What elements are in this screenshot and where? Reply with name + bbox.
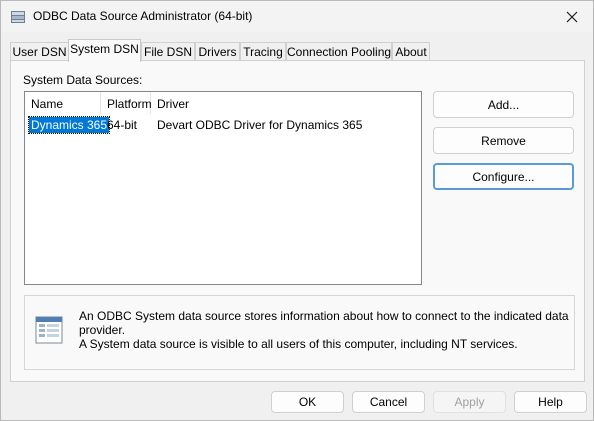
apply-button[interactable]: Apply [433,391,506,413]
close-button[interactable] [551,1,593,32]
add-button[interactable]: Add... [433,91,574,118]
tab-label: System DSN [70,42,139,56]
tab-drivers[interactable]: Drivers [195,42,240,61]
tab-label: Connection Pooling [287,45,392,59]
data-sources-list[interactable]: Name Platform Driver Dynamics 365 64-bit… [24,91,422,285]
info-text: An ODBC System data source stores inform… [79,309,574,351]
tab-label: Drivers [198,45,237,59]
tab-file-dsn[interactable]: File DSN [141,42,195,61]
info-line-1: An ODBC System data source stores inform… [79,309,569,337]
info-line-2: A System data source is visible to all u… [79,337,518,351]
help-button[interactable]: Help [514,391,587,413]
tab-user-dsn[interactable]: User DSN [10,42,69,61]
system-data-sources-label: System Data Sources: [23,73,143,87]
row-name-cell[interactable]: Dynamics 365 [27,116,111,134]
info-box: An ODBC System data source stores inform… [24,295,575,370]
remove-button[interactable]: Remove [433,127,574,154]
system-dsn-panel: System Data Sources: Name Platform Drive… [10,60,585,382]
cancel-button[interactable]: Cancel [352,391,425,413]
odbc-admin-window: ODBC Data Source Administrator (64-bit) … [0,0,594,421]
odbc-app-icon [11,11,25,23]
tab-tracing[interactable]: Tracing [240,42,286,61]
row-platform-cell: 64-bit [107,118,138,132]
ok-button[interactable]: OK [271,391,344,413]
configure-button[interactable]: Configure... [433,163,574,190]
row-driver-cell: Devart ODBC Driver for Dynamics 365 [157,118,363,132]
tab-label: Tracing [243,45,283,59]
close-icon [566,11,578,22]
table-row[interactable]: Dynamics 365 64-bit Devart ODBC Driver f… [25,116,421,134]
tab-label: File DSN [143,45,192,59]
column-header-name[interactable]: Name [25,92,101,114]
tab-about[interactable]: About [392,42,430,61]
tab-label: User DSN [12,45,67,59]
title-bar: ODBC Data Source Administrator (64-bit) [1,1,593,32]
data-source-icon [35,316,63,344]
tab-system-dsn[interactable]: System DSN [68,39,141,62]
window-title: ODBC Data Source Administrator (64-bit) [33,9,253,23]
tab-label: About [395,45,427,59]
column-header-platform[interactable]: Platform [101,92,152,114]
tab-connection-pooling[interactable]: Connection Pooling [286,42,392,61]
list-header: Name Platform Driver [25,92,421,114]
column-header-driver[interactable]: Driver [151,92,421,114]
